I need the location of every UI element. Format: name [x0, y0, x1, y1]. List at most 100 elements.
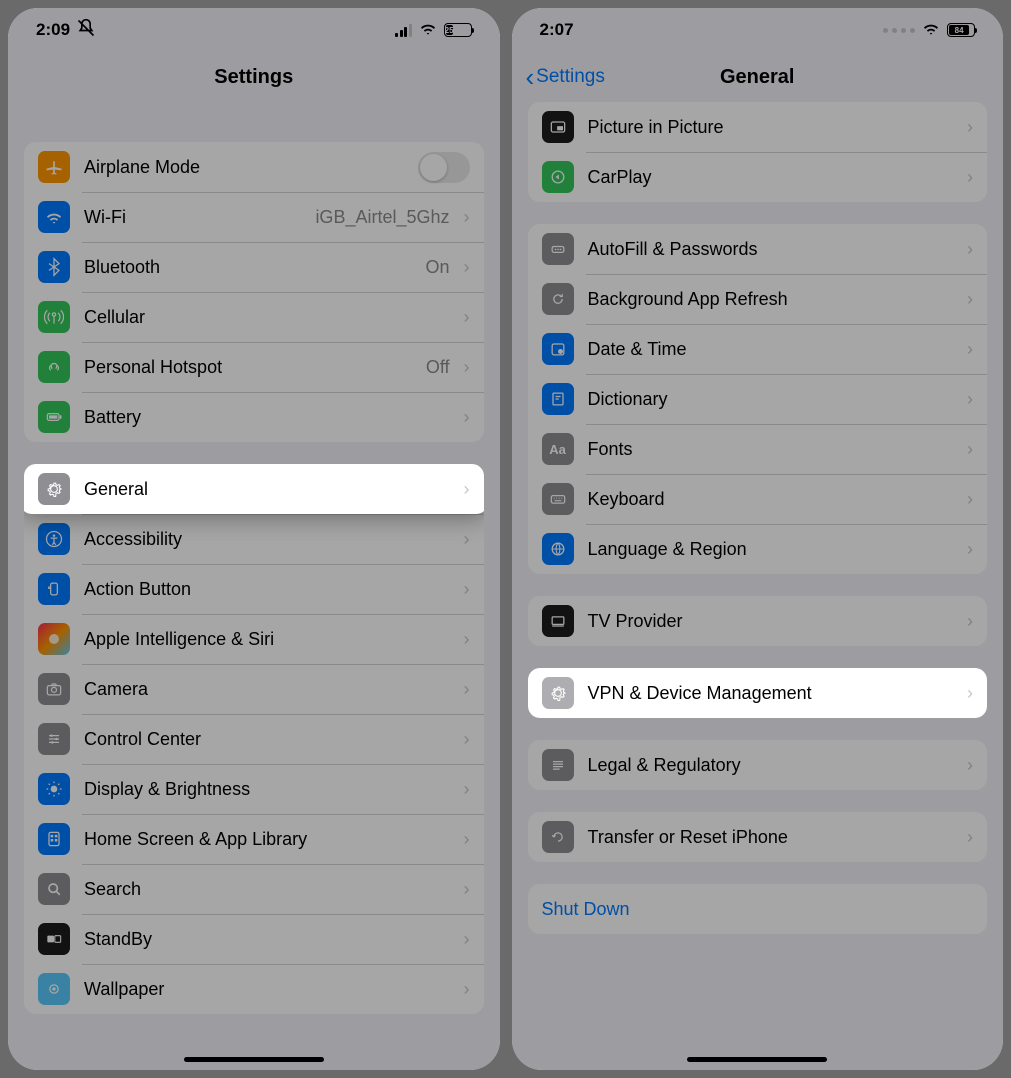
row-label: Date & Time: [588, 339, 954, 360]
recording-dots-icon: [883, 28, 915, 33]
row-label: Action Button: [84, 579, 450, 600]
airplane-toggle[interactable]: [418, 152, 470, 183]
siri-icon: [38, 623, 70, 655]
row-wallpaper[interactable]: Wallpaper ›: [24, 964, 484, 1014]
back-button[interactable]: ‹ Settings: [526, 62, 605, 93]
row-cellular[interactable]: Cellular ›: [24, 292, 484, 342]
search-icon: [38, 873, 70, 905]
row-camera[interactable]: Camera ›: [24, 664, 484, 714]
row-detail: Off: [426, 357, 450, 378]
row-label: Wi-Fi: [84, 207, 301, 228]
refresh-icon: [542, 283, 574, 315]
row-label: Personal Hotspot: [84, 357, 412, 378]
row-bluetooth[interactable]: Bluetooth On ›: [24, 242, 484, 292]
chevron-right-icon: ›: [464, 679, 470, 700]
chevron-right-icon: ›: [464, 307, 470, 328]
row-accessibility[interactable]: Accessibility ›: [24, 514, 484, 564]
row-label: Dictionary: [588, 389, 954, 410]
reset-icon: [542, 821, 574, 853]
back-label: Settings: [536, 66, 605, 88]
pip-icon: [542, 111, 574, 143]
row-language-region[interactable]: Language & Region ›: [528, 524, 988, 574]
battery-icon: 84: [947, 23, 975, 37]
row-label: Language & Region: [588, 539, 954, 560]
row-date-time[interactable]: Date & Time ›: [528, 324, 988, 374]
row-label: Fonts: [588, 439, 954, 460]
row-control-center[interactable]: Control Center ›: [24, 714, 484, 764]
section-device: General › Accessibility › Action Button …: [24, 464, 484, 1014]
carplay-icon: [542, 161, 574, 193]
chevron-right-icon: ›: [967, 289, 973, 310]
gear-icon: [542, 677, 574, 709]
section-shutdown: Shut Down: [528, 884, 988, 934]
row-label: Background App Refresh: [588, 289, 954, 310]
chevron-right-icon: ›: [464, 929, 470, 950]
clock: 2:07: [540, 20, 574, 40]
row-action-button[interactable]: Action Button ›: [24, 564, 484, 614]
row-battery[interactable]: Battery ›: [24, 392, 484, 442]
gear-icon: [38, 473, 70, 505]
row-label: Shut Down: [542, 899, 974, 920]
row-dictionary[interactable]: Dictionary ›: [528, 374, 988, 424]
wifi-icon: [418, 18, 438, 43]
chevron-right-icon: ›: [464, 357, 470, 378]
general-content[interactable]: Picture in Picture › CarPlay › AutoFill …: [512, 102, 1004, 1070]
row-general[interactable]: General ›: [24, 464, 484, 514]
row-wifi[interactable]: Wi-Fi iGB_Airtel_5Ghz ›: [24, 192, 484, 242]
row-transfer-reset[interactable]: Transfer or Reset iPhone ›: [528, 812, 988, 862]
row-label: VPN & Device Management: [588, 683, 954, 704]
row-label: Display & Brightness: [84, 779, 450, 800]
chevron-right-icon: ›: [464, 529, 470, 550]
row-label: Cellular: [84, 307, 450, 328]
row-legal-regulatory[interactable]: Legal & Regulatory ›: [528, 740, 988, 790]
row-siri[interactable]: Apple Intelligence & Siri ›: [24, 614, 484, 664]
clock: 2:09: [36, 20, 70, 40]
accessibility-icon: [38, 523, 70, 555]
password-icon: [542, 233, 574, 265]
row-autofill-passwords[interactable]: AutoFill & Passwords ›: [528, 224, 988, 274]
row-keyboard[interactable]: Keyboard ›: [528, 474, 988, 524]
battery-icon: 25: [444, 23, 472, 37]
keyboard-icon: [542, 483, 574, 515]
row-home-screen[interactable]: Home Screen & App Library ›: [24, 814, 484, 864]
row-search[interactable]: Search ›: [24, 864, 484, 914]
nav-bar: ‹ Settings General: [512, 52, 1004, 102]
home-indicator[interactable]: [184, 1057, 324, 1062]
row-picture-in-picture[interactable]: Picture in Picture ›: [528, 102, 988, 152]
chevron-right-icon: ›: [967, 489, 973, 510]
wifi-icon: [921, 18, 941, 43]
chevron-right-icon: ›: [464, 779, 470, 800]
chevron-right-icon: ›: [464, 629, 470, 650]
fonts-icon: Aa: [542, 433, 574, 465]
row-label: Wallpaper: [84, 979, 450, 1000]
settings-content[interactable]: Airplane Mode Wi-Fi iGB_Airtel_5Ghz › Bl…: [8, 102, 500, 1070]
row-fonts[interactable]: Aa Fonts ›: [528, 424, 988, 474]
row-carplay[interactable]: CarPlay ›: [528, 152, 988, 202]
bluetooth-icon: [38, 251, 70, 283]
chevron-left-icon: ‹: [526, 62, 535, 93]
row-shut-down[interactable]: Shut Down: [528, 884, 988, 934]
row-vpn-device-management[interactable]: VPN & Device Management ›: [528, 668, 988, 718]
row-tv-provider[interactable]: TV Provider ›: [528, 596, 988, 646]
row-label: Transfer or Reset iPhone: [588, 827, 954, 848]
row-detail: iGB_Airtel_5Ghz: [315, 207, 449, 228]
home-indicator[interactable]: [687, 1057, 827, 1062]
row-background-refresh[interactable]: Background App Refresh ›: [528, 274, 988, 324]
section-vpn: VPN & Device Management ›: [528, 668, 988, 718]
phone-left-settings: 2:09 25 Settings Airplane Mode Wi-Fi iGB…: [8, 8, 500, 1070]
airplane-icon: [38, 151, 70, 183]
chevron-right-icon: ›: [967, 339, 973, 360]
row-label: CarPlay: [588, 167, 954, 188]
row-personal-hotspot[interactable]: Personal Hotspot Off ›: [24, 342, 484, 392]
row-label: Airplane Mode: [84, 157, 404, 178]
row-display-brightness[interactable]: Display & Brightness ›: [24, 764, 484, 814]
row-label: Apple Intelligence & Siri: [84, 629, 450, 650]
row-standby[interactable]: StandBy ›: [24, 914, 484, 964]
row-airplane-mode[interactable]: Airplane Mode: [24, 142, 484, 192]
section-legal: Legal & Regulatory ›: [528, 740, 988, 790]
row-label: Camera: [84, 679, 450, 700]
link-icon: [38, 351, 70, 383]
chevron-right-icon: ›: [967, 167, 973, 188]
chevron-right-icon: ›: [967, 611, 973, 632]
chevron-right-icon: ›: [464, 729, 470, 750]
